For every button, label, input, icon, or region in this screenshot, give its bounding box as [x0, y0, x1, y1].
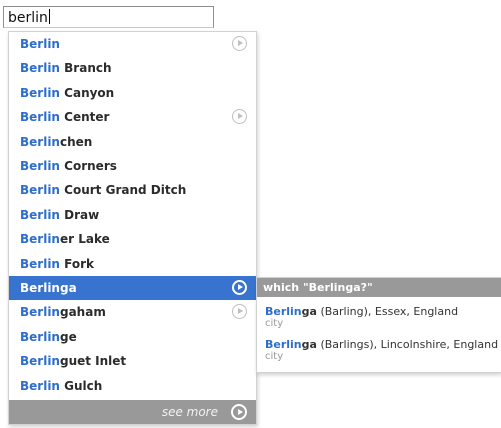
suggestion-match-text: Berlin	[20, 378, 60, 393]
text-caret	[48, 9, 50, 24]
suggestion-item[interactable]: Berlinguet Inlet	[9, 349, 256, 373]
suggestion-rest-text: ge	[59, 329, 77, 344]
suggestion-rest-text: er Lake	[59, 232, 110, 247]
disambiguation-flyout: which "Berlinga?" Berlinga (Barling), Es…	[256, 277, 501, 373]
suggestion-item[interactable]: Berlin Corners	[9, 154, 256, 178]
see-more-label: see more	[161, 405, 218, 419]
suggestion-rest-text: gaham	[59, 305, 106, 320]
flyout-result-title: Berlinga (Barlings), Lincolnshire, Engla…	[265, 338, 501, 351]
flyout-result-match: Berlin	[265, 305, 302, 318]
flyout-result[interactable]: Berlinga (Barling), Essex, England city	[265, 305, 501, 330]
suggestion-item[interactable]: Berliner Lake	[9, 227, 256, 251]
expand-arrow-icon[interactable]	[232, 280, 247, 295]
flyout-result[interactable]: Berlinga (Barlings), Lincolnshire, Engla…	[265, 338, 501, 363]
flyout-result-match-rest: ga	[301, 305, 317, 318]
suggestion-rest-text: Court Grand Ditch	[59, 183, 187, 198]
suggestion-rest-text: Gulch	[59, 378, 103, 393]
suggestion-rest-text: Fork	[59, 256, 95, 271]
suggestion-match-text: Berlin	[20, 354, 60, 369]
expand-arrow-icon[interactable]	[232, 36, 247, 51]
suggestion-rest-text: Draw	[59, 207, 100, 222]
suggestion-item[interactable]: Berlin Gulch	[9, 374, 256, 398]
suggestion-match-text: Berlin	[20, 207, 60, 222]
suggestion-match-text: Berlin	[20, 159, 60, 173]
suggestion-rest-text: Center	[59, 110, 110, 125]
suggestion-rest-text: Canyon	[59, 85, 115, 100]
flyout-result-title: Berlinga (Barling), Essex, England	[265, 305, 501, 318]
suggestion-item[interactable]: Berlin Branch	[9, 56, 256, 80]
flyout-header: which "Berlinga?"	[257, 278, 501, 297]
suggestion-item[interactable]: Berlin Court Grand Ditch	[9, 178, 256, 202]
suggestion-dropdown: Berlin Berlin Branch Berlin Canyon Berlin C…	[8, 31, 257, 425]
flyout-result-match-rest: ga	[301, 338, 317, 351]
suggestion-item[interactable]: Berlingaham	[9, 300, 256, 324]
suggestion-match-text: Berlin	[20, 37, 60, 51]
suggestion-item[interactable]: Berlin Fork	[9, 252, 256, 276]
expand-arrow-icon[interactable]	[232, 304, 247, 320]
suggestion-item[interactable]: Berlin Draw	[9, 203, 256, 227]
search-input[interactable]: berlin	[3, 6, 214, 28]
flyout-result-detail: (Barlings), Lincolnshire, England	[316, 338, 499, 351]
suggestion-rest-text: Corners	[59, 159, 117, 173]
suggestion-rest-text: chen	[59, 134, 93, 149]
flyout-result-type: city	[265, 318, 284, 329]
suggestion-rest-text: ga	[59, 281, 77, 295]
suggestion-match-text: Berlin	[20, 61, 60, 76]
suggestion-item[interactable]: Berlin	[9, 32, 256, 56]
suggestion-item[interactable]: Berlin Center	[9, 105, 256, 129]
search-input-value: berlin	[8, 10, 48, 26]
suggestion-item[interactable]: Berlinge	[9, 325, 256, 349]
suggestion-item[interactable]: Berlinchen	[9, 130, 256, 154]
suggestion-match-text: Berlin	[20, 183, 60, 198]
suggestion-rest-text: guet Inlet	[59, 354, 127, 369]
suggestion-item[interactable]: Berlin Canyon	[9, 81, 256, 105]
suggestion-rest-text: Branch	[59, 61, 112, 76]
suggestion-item[interactable]: Berlinga	[9, 276, 256, 300]
flyout-result-type: city	[265, 351, 284, 362]
suggestion-match-text: Berlin	[20, 305, 60, 320]
suggestion-match-text: Berlin	[20, 281, 60, 295]
suggestion-match-text: Berlin	[20, 256, 60, 271]
suggestion-match-text: Berlin	[20, 134, 60, 149]
flyout-result-detail: (Barling), Essex, England	[316, 305, 459, 318]
see-more-arrow-icon	[231, 404, 247, 420]
suggestion-match-text: Berlin	[20, 329, 60, 344]
flyout-result-match: Berlin	[265, 338, 302, 351]
suggestion-match-text: Berlin	[20, 85, 60, 100]
suggestion-match-text: Berlin	[20, 110, 60, 125]
suggestion-match-text: Berlin	[20, 232, 60, 247]
see-more-button[interactable]: see more	[9, 400, 256, 424]
expand-arrow-icon[interactable]	[232, 109, 247, 125]
